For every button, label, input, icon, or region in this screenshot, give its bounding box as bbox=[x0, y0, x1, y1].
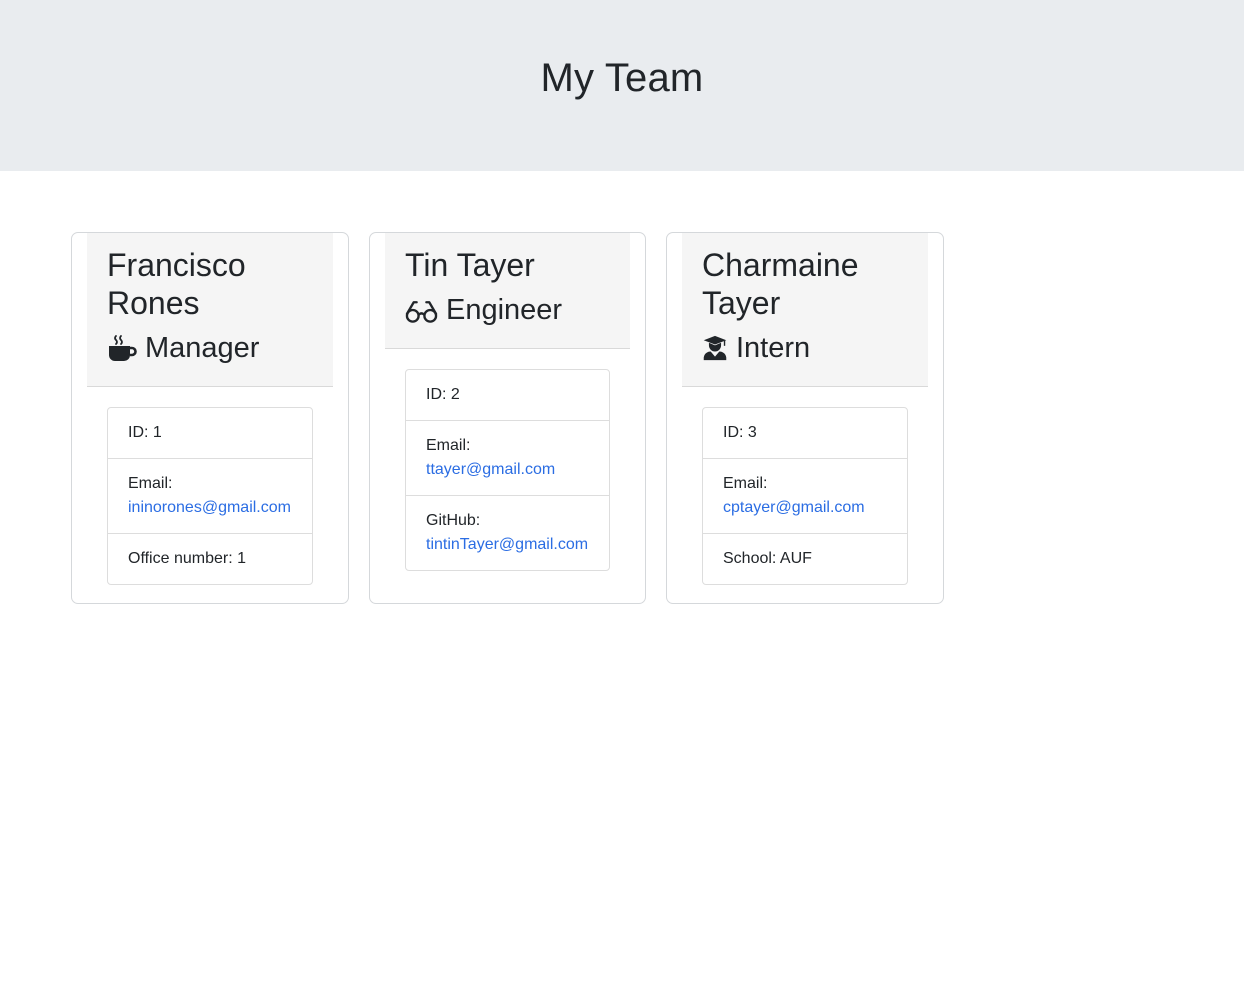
id-item: ID: 1 bbox=[108, 408, 312, 459]
card-header: Tin Tayer Engineer bbox=[385, 233, 630, 349]
email-link[interactable]: ttayer@gmail.com bbox=[426, 458, 589, 482]
email-label: Email: bbox=[723, 475, 768, 492]
employee-name: Charmaine Tayer bbox=[702, 247, 859, 321]
employee-card-manager: Francisco Rones Manager ID: 1 Email: ini… bbox=[71, 232, 349, 604]
office-number-item: Office number: 1 bbox=[128, 550, 246, 567]
employee-role: Engineer bbox=[405, 292, 610, 328]
employee-name: Francisco Rones bbox=[107, 247, 246, 321]
email-label: Email: bbox=[426, 437, 471, 454]
info-list: ID: 3 Email: cptayer@gmail.com School: A… bbox=[702, 407, 908, 585]
employee-role: Manager bbox=[107, 330, 313, 366]
employee-role: Intern bbox=[702, 330, 908, 366]
info-list: ID: 2 Email: ttayer@gmail.com GitHub: ti… bbox=[405, 369, 610, 571]
email-link[interactable]: cptayer@gmail.com bbox=[723, 496, 887, 520]
id-item: ID: 3 bbox=[703, 408, 907, 459]
email-item: Email: ininorones@gmail.com bbox=[108, 459, 312, 534]
github-item: GitHub: tintinTayer@gmail.com bbox=[406, 496, 609, 570]
page-header: My Team bbox=[0, 0, 1244, 171]
github-link[interactable]: tintinTayer@gmail.com bbox=[426, 533, 589, 557]
info-list: ID: 1 Email: ininorones@gmail.com Office… bbox=[107, 407, 313, 585]
card-header: Francisco Rones Manager bbox=[87, 233, 333, 387]
card-header: Charmaine Tayer Intern bbox=[682, 233, 928, 387]
email-link[interactable]: ininorones@gmail.com bbox=[128, 496, 292, 520]
team-cards: Francisco Rones Manager ID: 1 Email: ini… bbox=[0, 171, 1244, 1005]
school-item: School: AUF bbox=[723, 550, 812, 567]
page-title: My Team bbox=[540, 56, 704, 100]
glasses-icon bbox=[405, 301, 438, 323]
email-item: Email: ttayer@gmail.com bbox=[406, 421, 609, 496]
email-item: Email: cptayer@gmail.com bbox=[703, 459, 907, 534]
email-label: Email: bbox=[128, 475, 173, 492]
role-label: Manager bbox=[145, 332, 260, 364]
coffee-mug-icon bbox=[109, 335, 137, 361]
role-label: Engineer bbox=[446, 294, 563, 326]
id-item: ID: 2 bbox=[406, 370, 609, 421]
github-label: GitHub: bbox=[426, 512, 481, 529]
graduate-icon bbox=[703, 335, 727, 361]
employee-card-engineer: Tin Tayer Engineer ID: 2 Email: ttayer@g… bbox=[369, 232, 646, 604]
employee-name: Tin Tayer bbox=[405, 247, 535, 283]
role-label: Intern bbox=[736, 332, 811, 364]
employee-card-intern: Charmaine Tayer Intern ID: 3 Email: cpta… bbox=[666, 232, 944, 604]
